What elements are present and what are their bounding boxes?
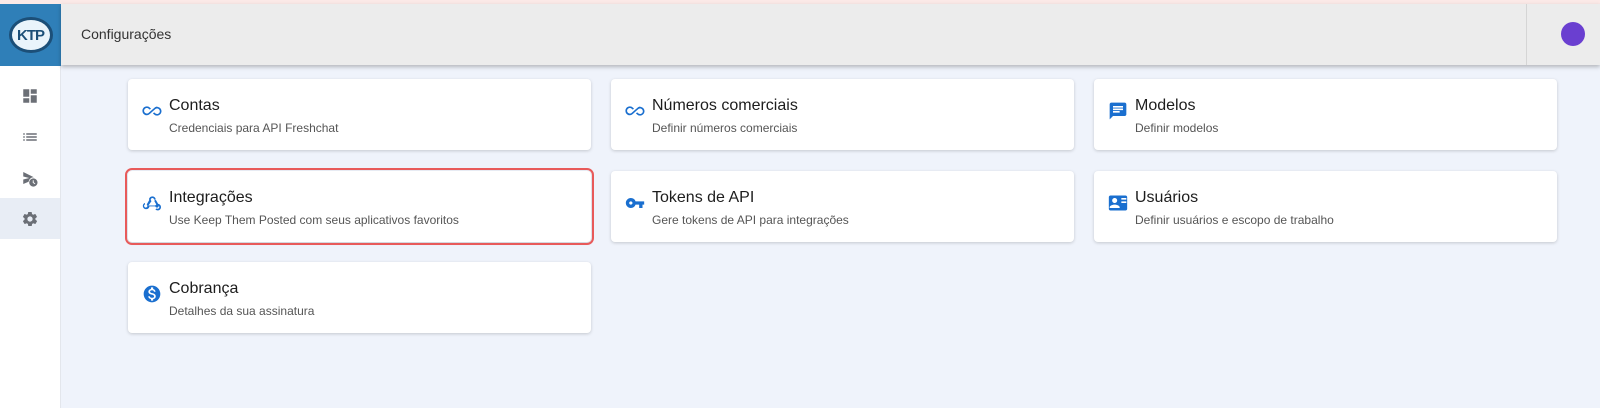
card-integracoes[interactable]: Integrações Use Keep Them Posted com seu… (125, 168, 594, 245)
list-icon (23, 132, 37, 141)
card-modelos[interactable]: Modelos Definir modelos (1094, 79, 1557, 150)
dollar-icon (142, 284, 162, 304)
sidebar: KTP (0, 4, 61, 408)
avatar[interactable] (1561, 22, 1585, 46)
card-title: Contas (169, 97, 220, 114)
card-description: Gere tokens de API para integrações (652, 213, 849, 227)
sidebar-item-list[interactable] (0, 116, 60, 157)
contact-card-icon (1108, 193, 1128, 213)
card-title: Usuários (1135, 189, 1199, 206)
card-title: Tokens de API (652, 189, 755, 206)
card-title: Números comerciais (652, 97, 798, 114)
topbar-divider (1526, 4, 1527, 65)
sidebar-item-dashboard[interactable] (0, 75, 60, 116)
page-title: Configurações (81, 26, 172, 42)
logo[interactable]: KTP (0, 4, 61, 66)
card-description: Definir usuários e escopo de trabalho (1135, 213, 1334, 227)
card-description: Definir modelos (1135, 121, 1219, 135)
card-usuarios[interactable]: Usuários Definir usuários e escopo de tr… (1094, 171, 1557, 242)
card-title: Cobrança (169, 280, 239, 297)
card-cobranca[interactable]: Cobrança Detalhes da sua assinatura (128, 262, 591, 333)
dashboard-icon (23, 88, 37, 103)
card-description: Detalhes da sua assinatura (169, 304, 315, 318)
scheduled-send-icon (23, 171, 38, 187)
sidebar-item-settings[interactable] (0, 198, 60, 239)
sidebar-item-scheduled[interactable] (0, 157, 60, 198)
topbar: Configurações (61, 4, 1600, 65)
card-description: Definir números comerciais (652, 121, 798, 135)
webhook-icon (142, 193, 162, 213)
card-description: Use Keep Them Posted com seus aplicativo… (169, 213, 459, 227)
infinity-icon (625, 101, 645, 121)
card-title: Integrações (169, 189, 253, 206)
card-description: Credenciais para API Freshchat (169, 121, 339, 135)
card-numeros-comerciais[interactable]: Números comerciais Definir números comer… (611, 79, 1074, 150)
card-title: Modelos (1135, 97, 1196, 114)
key-icon (625, 193, 645, 213)
card-tokens-de-api[interactable]: Tokens de API Gere tokens de API para in… (611, 171, 1074, 242)
message-icon (1108, 101, 1128, 121)
gear-icon (22, 211, 38, 226)
card-contas[interactable]: Contas Credenciais para API Freshchat (128, 79, 591, 150)
logo-text: KTP (8, 17, 53, 53)
infinity-icon (142, 101, 162, 121)
